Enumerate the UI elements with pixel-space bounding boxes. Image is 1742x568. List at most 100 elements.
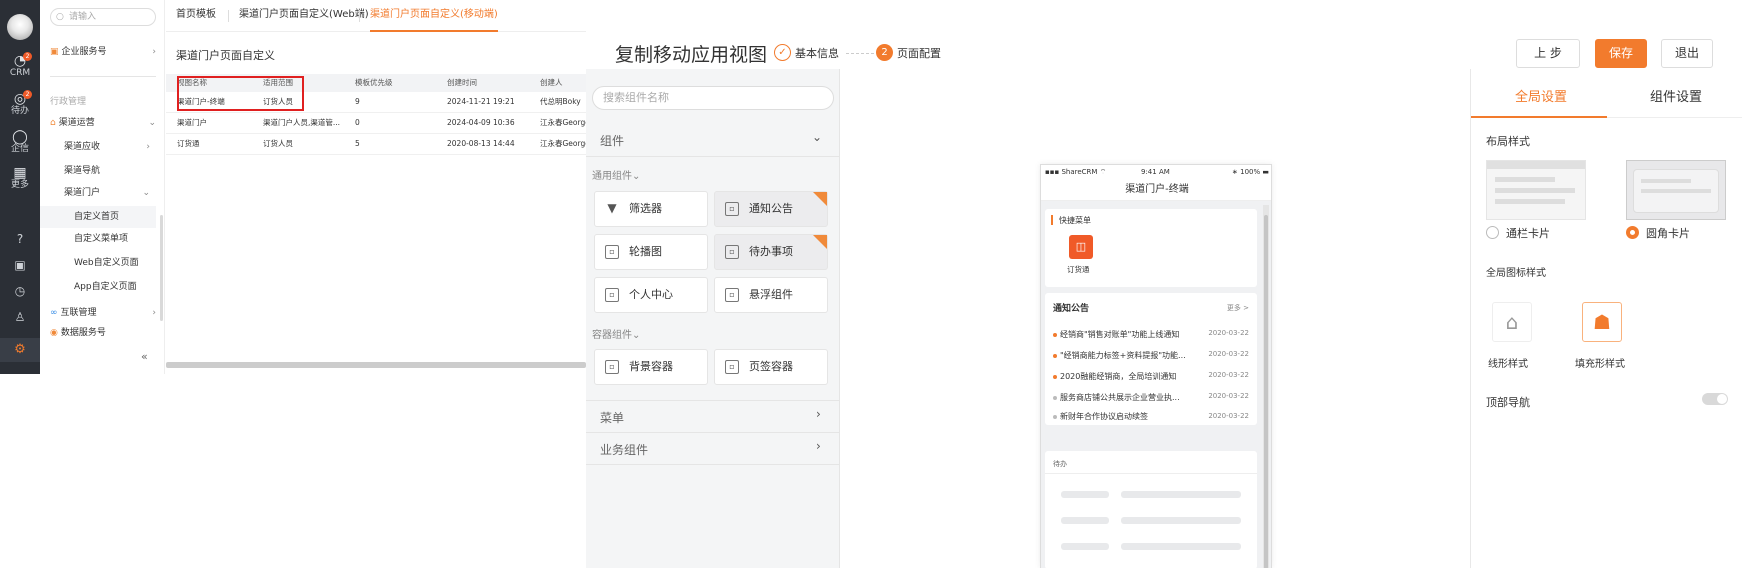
history-icon[interactable]: ◷ <box>0 282 40 300</box>
row-priority: 0 <box>355 118 360 127</box>
prev-step-button[interactable]: 上 步 <box>1516 39 1580 68</box>
layout-option-full[interactable]: 通栏卡片 <box>1506 225 1550 241</box>
channel-icon: ⌂ <box>50 118 56 128</box>
component-panel <box>586 69 840 568</box>
component-icon: ▫ <box>605 245 619 259</box>
nav-item-channel-nav[interactable]: 渠道导航 <box>64 162 100 180</box>
nav-item-custom-menu[interactable]: 自定义菜单项 <box>74 228 192 250</box>
section-biz-components[interactable]: 业务组件 <box>600 441 648 458</box>
preview-line <box>1641 179 1691 183</box>
phone-scrollbar[interactable] <box>1264 215 1268 568</box>
tab-component-settings[interactable]: 组件设置 <box>1650 86 1702 105</box>
settings-gear-icon[interactable]: ⚙ <box>0 338 40 362</box>
component-icon: ▫ <box>725 245 739 259</box>
message-icon[interactable]: ▣ <box>0 256 40 274</box>
todo-badge: 2 <box>23 90 32 99</box>
component-tab-container[interactable]: ▫ 页签容器 <box>714 349 828 385</box>
chevron-down-icon[interactable]: ⌄ <box>812 130 822 144</box>
icon-option-line[interactable]: 线形样式 <box>1488 355 1528 370</box>
component-search-input[interactable]: 搜索组件名称 <box>592 86 834 110</box>
top-nav-toggle[interactable] <box>1702 393 1728 405</box>
icon-style-line[interactable]: ⌂ <box>1492 302 1532 342</box>
group-general: 通用组件⌄ <box>592 171 641 182</box>
layout-radio-full[interactable] <box>1486 226 1499 239</box>
layout-option-rounded[interactable]: 圆角卡片 <box>1646 225 1690 241</box>
nav-item-data-service[interactable]: ◉ 数据服务号 <box>50 324 156 336</box>
rail-chat[interactable]: ◯ 企信 <box>0 130 40 160</box>
nav-item-channel-portal[interactable]: 渠道门户 ⌄ <box>64 184 156 202</box>
notice-card[interactable]: 通知公告 更多 > 经销商"销售对账单"功能上线通知 2020-03-22 "经… <box>1045 293 1257 425</box>
layout-radio-rounded[interactable] <box>1626 226 1639 239</box>
save-button[interactable]: 保存 <box>1595 39 1647 68</box>
quick-menu-card[interactable]: 快捷菜单 ◫ 订货通 <box>1045 209 1257 287</box>
rail-crm[interactable]: ◔ CRM 2 <box>0 52 40 84</box>
col-priority: 模板优先级 <box>355 78 393 87</box>
row-view-name[interactable]: 订货通 <box>177 135 257 153</box>
rail-todo[interactable]: ◎ 待办 2 <box>0 90 40 122</box>
page-title: 渠道门户页面自定义 <box>176 49 275 62</box>
exit-button[interactable]: 退出 <box>1661 39 1713 68</box>
crm-icon: ◔ <box>13 53 27 69</box>
section-menu[interactable]: 菜单 <box>600 409 624 426</box>
nav-item-channel-ops[interactable]: ⌂ 渠道运营 ⌄ <box>50 114 156 132</box>
collapse-nav-button[interactable]: « <box>141 350 148 363</box>
icon-option-filled[interactable]: 填充形样式 <box>1575 355 1625 370</box>
data-icon: ◉ <box>50 328 58 336</box>
order-app-icon[interactable]: ◫ <box>1069 235 1093 259</box>
nav-item-channel-receivable[interactable]: 渠道应收 › <box>64 138 156 156</box>
preview-line <box>1495 177 1555 182</box>
icon-style-filled[interactable]: ☗ <box>1582 302 1622 342</box>
notice-item[interactable]: "经销商能力标签+资料提报"功能... <box>1053 350 1186 361</box>
section-components[interactable]: 组件 <box>600 132 624 149</box>
grid-icon: ▦ <box>13 165 27 181</box>
notice-item[interactable]: 经销商"销售对账单"功能上线通知 <box>1053 329 1179 340</box>
help-icon[interactable]: ? <box>0 230 40 248</box>
notice-more-link[interactable]: 更多 > <box>1227 303 1249 313</box>
avatar[interactable] <box>7 14 33 40</box>
contacts-icon[interactable]: ♙ <box>0 308 40 326</box>
component-todo[interactable]: ▫ 待办事项 <box>714 234 828 270</box>
skeleton-bar <box>1121 543 1241 550</box>
tab-mobile-portal[interactable]: 渠道门户页面自定义(移动端) <box>370 0 498 32</box>
rail-more[interactable]: ▦ 更多 <box>0 166 40 196</box>
tab-web-portal[interactable]: 渠道门户页面自定义(Web端) <box>239 0 369 32</box>
tab-active-indicator <box>1471 116 1607 118</box>
row-view-name[interactable]: 渠道门户 <box>177 114 257 132</box>
quick-menu-title: 快捷菜单 <box>1059 216 1091 225</box>
nav-divider <box>50 76 156 77</box>
step-page-config[interactable]: 页面配置 <box>897 45 941 61</box>
todo-title: 待办 <box>1053 460 1067 468</box>
row-created-time: 2020-08-13 14:44 <box>447 139 515 148</box>
notice-item[interactable]: 服务商店铺公共展示企业营业执... <box>1053 392 1180 403</box>
nav-item-interconnect[interactable]: ∞ 互联管理 › <box>50 304 156 322</box>
component-filter[interactable]: ▼ 筛选器 <box>594 191 708 227</box>
component-personal-center[interactable]: ▫ 个人中心 <box>594 277 708 313</box>
chevron-right-icon[interactable]: › <box>816 439 821 453</box>
layout-card-rounded[interactable] <box>1626 160 1726 220</box>
layout-card-full[interactable] <box>1486 160 1586 220</box>
nav-item-custom-home[interactable]: 自定义首页 <box>40 206 156 228</box>
row-created-time: 2024-04-09 10:36 <box>447 118 515 127</box>
tab-global-settings[interactable]: 全局设置 <box>1515 86 1567 105</box>
table-horizontal-scrollbar[interactable] <box>166 362 586 368</box>
chevron-right-icon: › <box>146 142 150 152</box>
phone-title: 渠道门户-终端 <box>1041 179 1271 201</box>
nav-item-web-custom-page[interactable]: Web自定义页面 <box>74 252 192 274</box>
bullet-dot <box>1053 414 1057 419</box>
chevron-right-icon[interactable]: › <box>816 407 821 421</box>
nav-search-input[interactable]: ○ 请输入 <box>50 8 156 26</box>
nav-item-app-custom-page[interactable]: App自定义页面 <box>74 276 192 298</box>
component-bg-container[interactable]: ▫ 背景容器 <box>594 349 708 385</box>
app-rail: ◔ CRM 2 ◎ 待办 2 ◯ 企信 ▦ 更多 ? ▣ ◷ ♙ ⚙ <box>0 0 40 374</box>
step-basic-info[interactable]: 基本信息 <box>795 45 839 61</box>
component-carousel[interactable]: ▫ 轮播图 <box>594 234 708 270</box>
nav-item-enterprise-service[interactable]: ▣ 企业服务号 › <box>50 43 156 61</box>
tab-home-template[interactable]: 首页模板 <box>176 0 216 32</box>
notice-item[interactable]: 新财年合作协议启动续签 <box>1053 413 1148 421</box>
notice-item[interactable]: 2020融能经销商，全局培训通知 <box>1053 371 1176 382</box>
component-notice[interactable]: ▫ 通知公告 <box>714 191 828 227</box>
notice-title: 通知公告 <box>1053 304 1090 314</box>
component-floating[interactable]: ▫ 悬浮组件 <box>714 277 828 313</box>
todo-card[interactable]: 待办 <box>1045 451 1257 568</box>
nav-scrollbar[interactable] <box>160 215 163 321</box>
